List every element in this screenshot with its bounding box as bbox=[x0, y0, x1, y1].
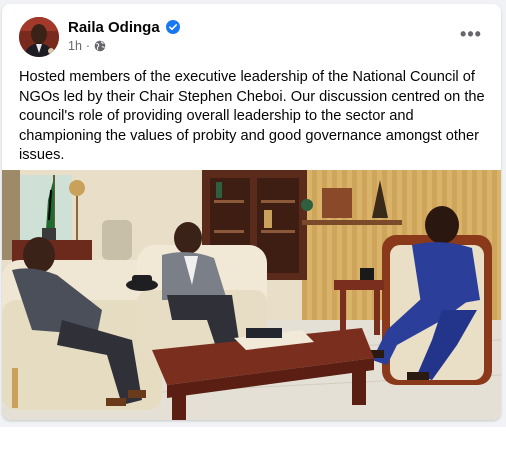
post-timestamp[interactable]: 1h bbox=[68, 39, 82, 53]
side-table bbox=[334, 280, 384, 290]
more-options-icon[interactable]: ••• bbox=[457, 24, 485, 44]
verified-badge-icon bbox=[165, 20, 180, 34]
meta-separator: · bbox=[85, 39, 91, 53]
post-text: Hosted members of the executive leadersh… bbox=[19, 69, 485, 163]
author-name[interactable]: Raila Odinga bbox=[68, 19, 160, 36]
globe-icon[interactable] bbox=[94, 40, 106, 52]
author-line: Raila Odinga bbox=[68, 18, 180, 36]
feed-gap bbox=[0, 427, 506, 451]
post-meta: 1h · bbox=[68, 39, 106, 53]
avatar-image bbox=[19, 17, 59, 57]
post-card: Raila Odinga 1h · ••• Hosted members of … bbox=[2, 4, 501, 420]
post-photo[interactable] bbox=[2, 170, 501, 420]
author-avatar[interactable] bbox=[19, 17, 59, 57]
post-header: Raila Odinga 1h · ••• bbox=[2, 4, 501, 62]
